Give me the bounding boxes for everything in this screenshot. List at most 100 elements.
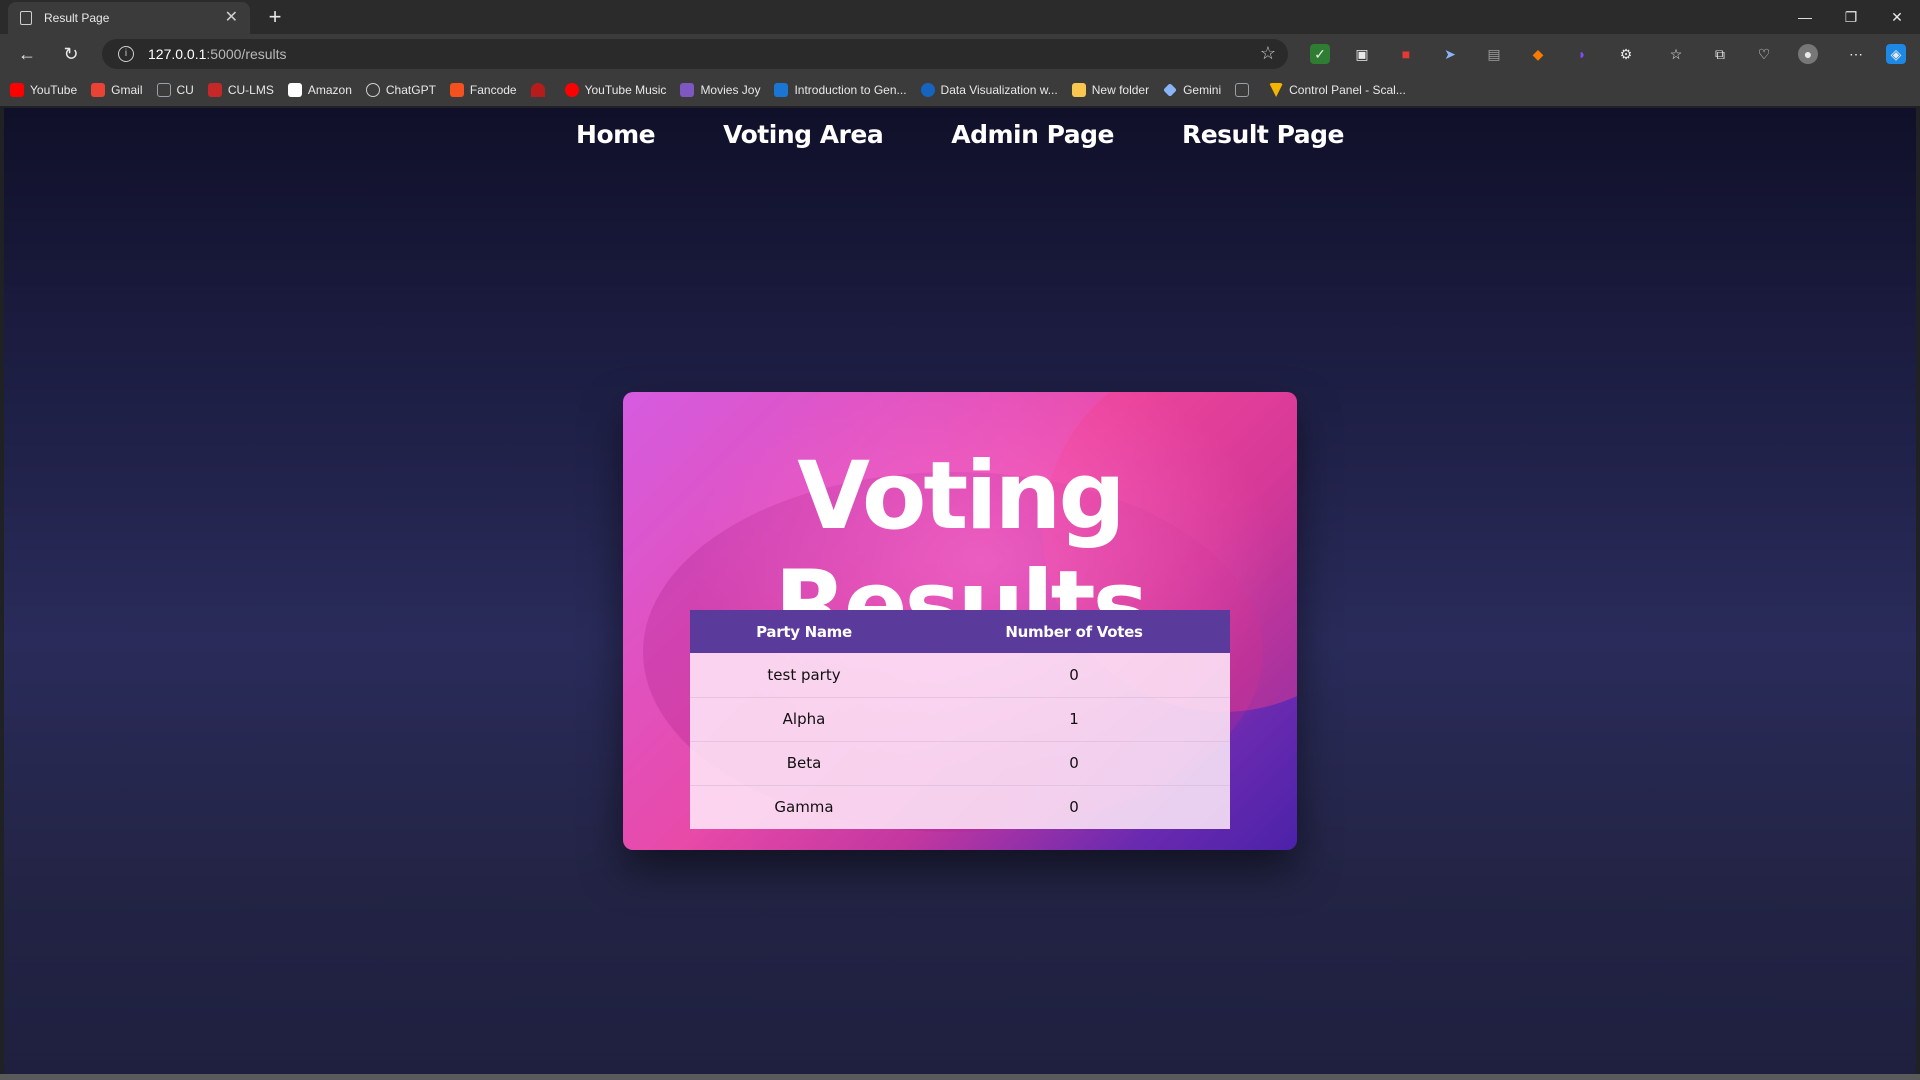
bookmark-movies-joy[interactable]: Movies Joy [680, 83, 760, 97]
browser-tab[interactable]: Result Page ✕ [8, 2, 250, 34]
chatgpt-icon [365, 83, 380, 97]
browser-toolbar: ← ↻ i 127.0.0.1:5000/results ☆ ✓ ▣ ■ ➤ ▤… [0, 34, 1920, 74]
copilot-icon[interactable]: ◈ [1886, 44, 1906, 64]
reload-icon[interactable]: ↻ [58, 41, 84, 67]
table-row: test party 0 [690, 653, 1230, 697]
bookmark-label: Fancode [469, 83, 517, 97]
bookmark-control-panel[interactable]: Control Panel - Scal... [1269, 83, 1406, 97]
bookmark-star-icon[interactable]: ☆ [1260, 43, 1276, 64]
bookmark-label: Data Visualization w... [940, 83, 1058, 97]
extensions-puzzle-icon[interactable]: ⚙ [1616, 44, 1636, 64]
bookmark-unnamed-2[interactable] [1235, 83, 1255, 97]
votes-cell: 0 [1069, 665, 1079, 684]
votes-cell: 1 [918, 696, 1230, 741]
v-logo-icon [1269, 83, 1284, 97]
bookmark-label: YouTube Music [584, 83, 667, 97]
header-number-of-votes: Number of Votes [918, 610, 1230, 653]
bookmark-unnamed-1[interactable] [530, 83, 551, 97]
bookmark-chatgpt[interactable]: ChatGPT [365, 83, 436, 97]
results-card: Voting Results Party Name Number of Vote… [623, 392, 1297, 850]
play-icon [774, 83, 789, 97]
table-row: Gamma 0 [690, 784, 1230, 829]
red-extension-icon[interactable]: ■ [1396, 44, 1416, 64]
nav-result-page-link[interactable]: Result Page [1182, 120, 1344, 149]
youtube-music-icon [564, 83, 579, 97]
screen-extension-icon[interactable]: ▣ [1352, 44, 1372, 64]
party-name-cell: test party [767, 665, 841, 684]
favorites-icon[interactable]: ☆ [1666, 44, 1686, 64]
bookmark-cu[interactable]: CU [156, 83, 194, 97]
table-row: Alpha 1 [690, 696, 1230, 741]
restore-icon[interactable]: ❐ [1828, 0, 1874, 34]
movies-joy-icon [680, 83, 695, 97]
results-table: Party Name Number of Votes test party 0 … [690, 610, 1230, 829]
minimize-icon[interactable]: — [1782, 0, 1828, 34]
bookmark-amazon[interactable]: Amazon [287, 83, 352, 97]
header-party-name: Party Name [690, 610, 918, 653]
page-icon [156, 83, 171, 97]
bookmark-cu-lms[interactable]: CU-LMS [207, 83, 274, 97]
nav-admin-page-link[interactable]: Admin Page [951, 120, 1114, 149]
table-header-row: Party Name Number of Votes [690, 610, 1230, 653]
party-name-cell: Alpha [690, 696, 918, 741]
purple-extension-icon[interactable]: ◗ [1572, 44, 1592, 64]
folder-icon [1071, 83, 1086, 97]
bookmark-youtube[interactable]: YouTube [10, 83, 77, 97]
bookmark-gmail[interactable]: Gmail [91, 83, 143, 97]
bookmark-label: CU-LMS [227, 83, 274, 97]
bookmark-fancode[interactable]: Fancode [449, 83, 517, 97]
bookmark-label: Gemini [1183, 83, 1222, 97]
url-host: 127.0.0.1 [148, 46, 207, 62]
nav-voting-area-link[interactable]: Voting Area [723, 120, 884, 149]
bookmark-label: CU [176, 83, 194, 97]
window-bottom-border [0, 1074, 1920, 1080]
gmail-icon [91, 83, 106, 97]
more-menu-icon[interactable]: ⋯ [1846, 44, 1866, 64]
coursera-icon [920, 83, 935, 97]
fancode-icon [449, 83, 464, 97]
amazon-icon [287, 83, 302, 97]
youtube-icon [10, 83, 24, 97]
bookmark-label: ChatGPT [385, 83, 436, 97]
bookmark-label: Gmail [111, 83, 143, 97]
profile-avatar-icon[interactable]: ● [1798, 44, 1818, 64]
bookmark-label: Movies Joy [700, 83, 761, 97]
bookmark-new-folder[interactable]: New folder [1071, 83, 1150, 97]
page-viewport: Home Voting Area Admin Page Result Page … [4, 108, 1916, 1074]
folder-extension-icon[interactable]: ▤ [1484, 44, 1504, 64]
cu-lms-icon [207, 83, 222, 97]
bookmark-data-viz[interactable]: Data Visualization w... [920, 83, 1058, 97]
bookmark-label: YouTube [30, 83, 78, 97]
browser-tabbar: Result Page ✕ + — ❐ ✕ [0, 0, 1920, 34]
back-icon[interactable]: ← [14, 41, 40, 67]
bookmark-label: Introduction to Gen... [794, 83, 907, 97]
votes-cell: 0 [918, 784, 1230, 829]
bookmark-youtube-music[interactable]: YouTube Music [564, 83, 667, 97]
close-window-icon[interactable]: ✕ [1874, 0, 1920, 34]
tab-title: Result Page [44, 11, 110, 25]
bookmark-intro-gen[interactable]: Introduction to Gen... [774, 83, 907, 97]
shield-extension-icon[interactable]: ✓ [1310, 44, 1330, 64]
url-text: 127.0.0.1:5000/results [148, 46, 287, 62]
address-bar[interactable]: i 127.0.0.1:5000/results ☆ [102, 39, 1288, 69]
bookmark-gemini[interactable]: Gemini [1163, 83, 1221, 97]
site-info-icon[interactable]: i [118, 46, 134, 62]
new-tab-button[interactable]: + [262, 4, 288, 30]
close-tab-icon[interactable]: ✕ [225, 10, 238, 26]
fox-extension-icon[interactable]: ◆ [1528, 44, 1548, 64]
bookmark-label: Control Panel - Scal... [1289, 83, 1406, 97]
site-nav: Home Voting Area Admin Page Result Page [4, 120, 1916, 149]
cursor-extension-icon[interactable]: ➤ [1440, 44, 1460, 64]
document-icon [20, 11, 32, 25]
collections-icon[interactable]: ⧉ [1710, 44, 1730, 64]
votes-cell: 0 [918, 740, 1230, 785]
bookmarks-bar: YouTube Gmail CU CU-LMS Amazon ChatGPT F… [0, 74, 1920, 106]
party-name-cell: Gamma [690, 784, 918, 829]
party-name-cell: Beta [690, 740, 918, 785]
bookmark-label: New folder [1091, 83, 1150, 97]
nav-home-link[interactable]: Home [576, 120, 656, 149]
page-icon [1235, 83, 1250, 97]
url-path: :5000/results [206, 46, 287, 62]
table-row: Beta 0 [690, 740, 1230, 785]
performance-icon[interactable]: ♡ [1754, 44, 1774, 64]
